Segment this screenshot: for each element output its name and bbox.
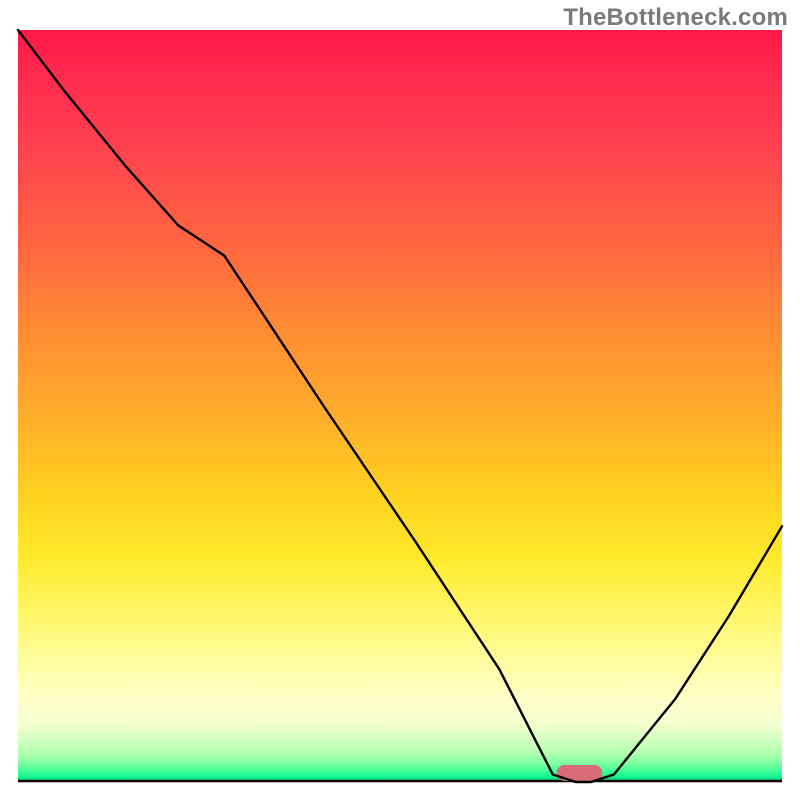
watermark-text: TheBottleneck.com	[563, 4, 788, 32]
chart-overlay	[18, 30, 782, 782]
bottleneck-curve	[18, 30, 782, 782]
bottleneck-chart: TheBottleneck.com	[0, 0, 800, 800]
plot-area	[18, 30, 782, 782]
